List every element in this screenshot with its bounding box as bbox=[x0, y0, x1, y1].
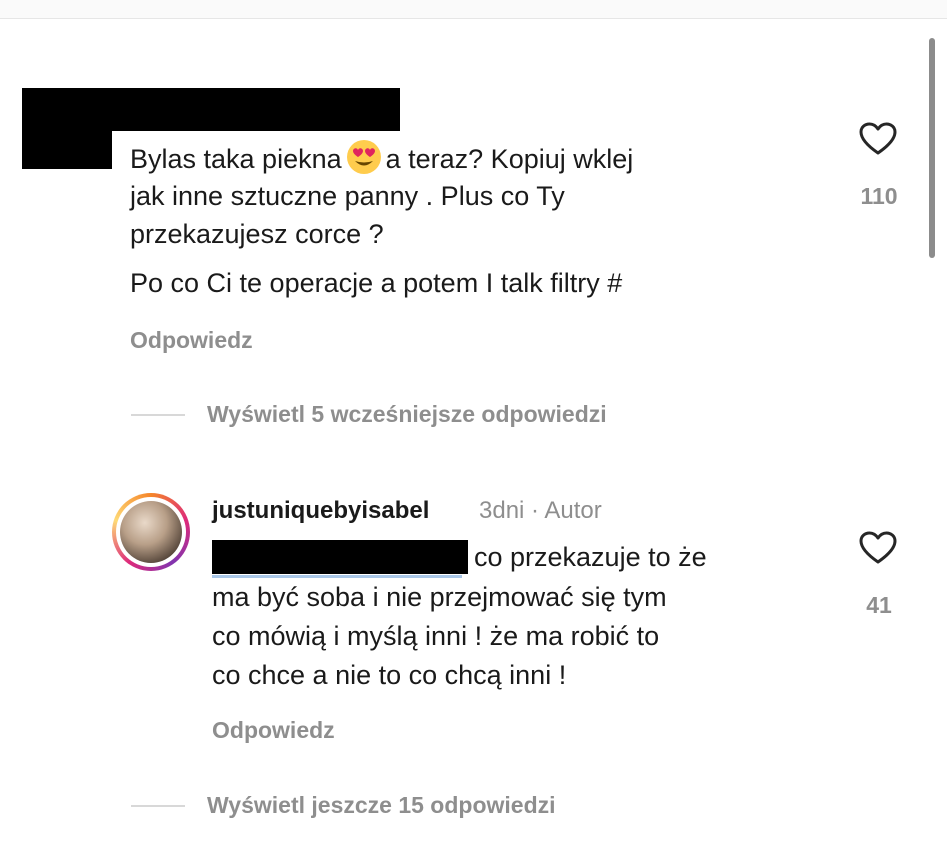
heart-eyes-emoji-icon bbox=[346, 140, 381, 174]
reply-username[interactable]: justuniquebyisabel bbox=[212, 497, 429, 525]
comment-text-part: a teraz? Kopiuj wklej bbox=[385, 144, 634, 174]
view-more-replies-link[interactable]: Wyświetl jeszcze 15 odpowiedzi bbox=[207, 792, 556, 819]
divider-line bbox=[131, 414, 185, 416]
comment-text-part: Bylas taka piekna bbox=[130, 144, 342, 174]
heart-icon[interactable] bbox=[859, 531, 897, 565]
reply-text-line-1: co przekazuje to że bbox=[474, 542, 707, 572]
view-earlier-replies-link[interactable]: Wyświetl 5 wcześniejsze odpowiedzi bbox=[207, 401, 607, 428]
reply-text-line-3: co mówią i myślą inni ! że ma robić to bbox=[212, 621, 660, 651]
reply-text-line-2: ma być soba i nie przejmować się tym bbox=[212, 582, 667, 612]
heart-icon[interactable] bbox=[859, 122, 897, 156]
comment-text-line-1: Bylas taka piekna a teraz? Kopiuj wklej bbox=[130, 139, 633, 178]
redacted-mention bbox=[212, 540, 468, 574]
comment-text-line-2: jak inne sztuczne panny . Plus co Ty bbox=[130, 181, 565, 211]
comment-text-line-3: przekazujesz corce ? bbox=[130, 219, 384, 249]
avatar[interactable] bbox=[112, 493, 190, 571]
like-count: 110 bbox=[860, 183, 898, 209]
reply-button[interactable]: Odpowiedz bbox=[130, 327, 253, 354]
reply-button[interactable]: Odpowiedz bbox=[212, 717, 335, 744]
divider-line bbox=[131, 805, 185, 807]
redacted-username bbox=[22, 88, 400, 131]
reply-text-line-4: co chce a nie to co chcą inni ! bbox=[212, 660, 567, 690]
comment-text-line-4: Po co Ci te operacje a potem I talk filt… bbox=[130, 268, 623, 298]
scrollbar-thumb[interactable] bbox=[929, 38, 935, 258]
avatar-image bbox=[120, 501, 182, 563]
reply-meta: 3dni · Autor bbox=[479, 497, 602, 524]
top-bar bbox=[0, 0, 947, 19]
redacted-avatar bbox=[22, 131, 112, 169]
like-count: 41 bbox=[866, 592, 892, 618]
